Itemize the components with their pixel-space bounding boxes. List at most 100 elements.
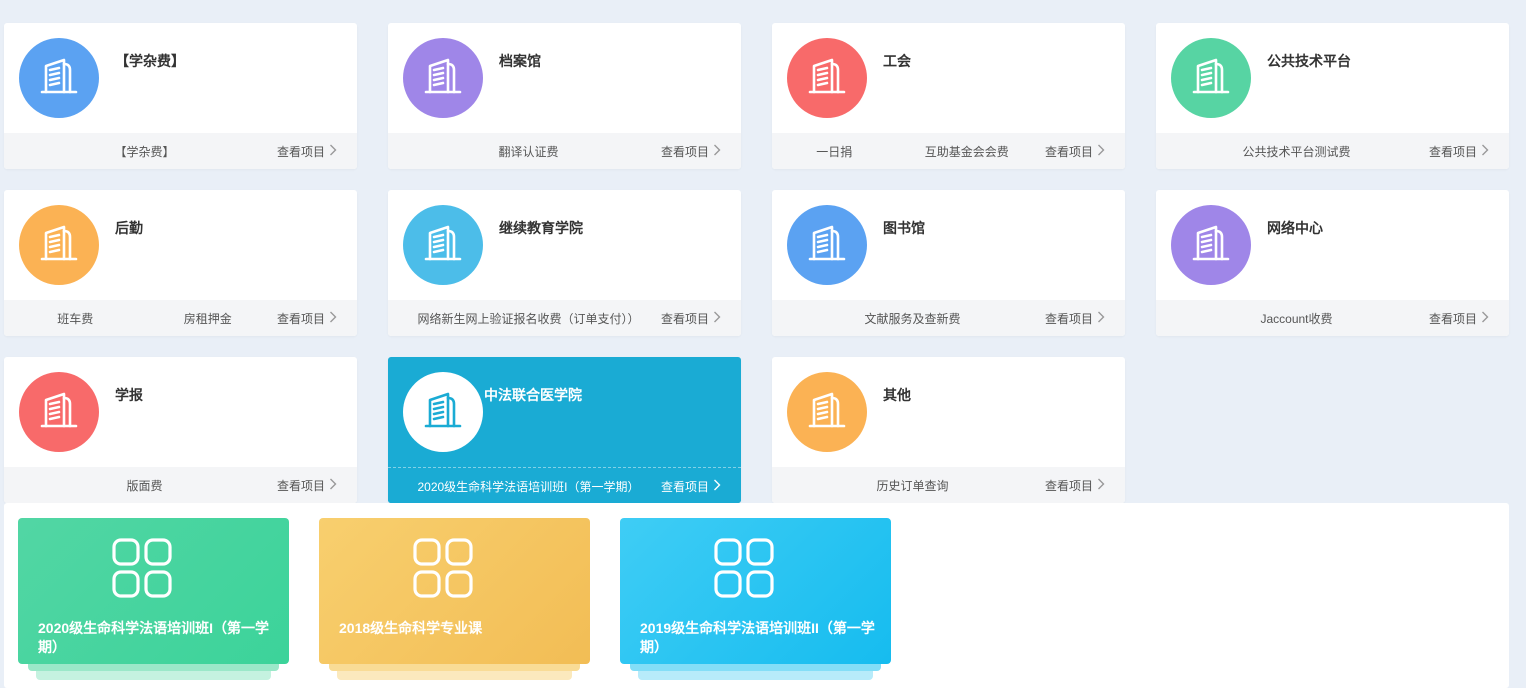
department-logo: [19, 372, 99, 452]
department-title: 其他: [883, 387, 911, 403]
department-card[interactable]: 继续教育学院 网络新生网上验证报名收费（订单支付）） 查看项目: [388, 190, 741, 336]
view-projects-label: 查看项目: [661, 144, 710, 159]
view-projects-link[interactable]: 查看项目: [1429, 143, 1509, 160]
tile-label: 2020级生命科学法语培训班I（第一学期）: [38, 620, 270, 655]
card-header: 中法联合医学院: [388, 357, 741, 467]
card-header: 其他: [772, 357, 1125, 467]
view-projects-link[interactable]: 查看项目: [1045, 143, 1125, 160]
project-item[interactable]: 2020级生命科学法语培训班I（第一学期）: [417, 478, 639, 495]
project-list: 班车费 房租押金: [4, 310, 277, 327]
project-list: 2020级生命科学法语培训班I（第一学期）: [388, 478, 661, 495]
project-list: 公共技术平台测试费: [1156, 143, 1429, 160]
project-item[interactable]: 网络新生网上验证报名收费（订单支付））: [417, 310, 639, 327]
project-list: 历史订单查询: [772, 477, 1045, 494]
view-projects-label: 查看项目: [661, 479, 710, 494]
department-title: 公共技术平台: [1267, 53, 1351, 69]
chevron-right-icon: [713, 144, 721, 159]
department-logo: [403, 372, 483, 452]
project-list: 版面费: [4, 477, 277, 494]
view-projects-link[interactable]: 查看项目: [1045, 477, 1125, 494]
project-item[interactable]: 一日捐: [816, 143, 852, 160]
grid-icon: [713, 537, 775, 604]
view-projects-link[interactable]: 查看项目: [277, 143, 357, 160]
card-footer: 版面费 查看项目: [4, 467, 357, 503]
project-item[interactable]: 历史订单查询: [876, 477, 948, 494]
building-icon: [38, 55, 80, 102]
card-footer: 班车费 房租押金 查看项目: [4, 300, 357, 336]
chevron-right-icon: [1481, 311, 1489, 326]
view-projects-link[interactable]: 查看项目: [277, 310, 357, 327]
department-title: 【学杂费】: [115, 53, 185, 69]
chevron-right-icon: [329, 144, 337, 159]
card-footer: 翻译认证费 查看项目: [388, 133, 741, 169]
building-icon: [38, 389, 80, 436]
building-icon: [422, 389, 464, 436]
project-item[interactable]: 【学杂费】: [114, 143, 174, 160]
card-header: 图书馆: [772, 190, 1125, 300]
project-item[interactable]: 房租押金: [184, 310, 232, 327]
card-header: 学报: [4, 357, 357, 467]
department-card[interactable]: 图书馆文献服务及查新费 查看项目: [772, 190, 1125, 336]
department-logo: [787, 205, 867, 285]
department-title: 后勤: [115, 220, 143, 236]
department-card[interactable]: 其他历史订单查询 查看项目: [772, 357, 1125, 503]
card-footer: 2020级生命科学法语培训班I（第一学期） 查看项目: [388, 467, 741, 503]
tile-face: 2019级生命科学法语培训班II（第一学期）: [620, 518, 891, 664]
building-icon: [1190, 55, 1232, 102]
grid-icon: [111, 537, 173, 604]
project-item[interactable]: 翻译认证费: [498, 143, 558, 160]
department-card[interactable]: 学报版面费 查看项目: [4, 357, 357, 503]
department-card[interactable]: 中法联合医学院 2020级生命科学法语培训班I（第一学期） 查看项目: [388, 357, 741, 503]
building-icon: [422, 222, 464, 269]
view-projects-label: 查看项目: [1429, 311, 1478, 326]
view-projects-label: 查看项目: [661, 311, 710, 326]
building-icon: [38, 222, 80, 269]
department-logo: [19, 38, 99, 118]
department-card[interactable]: 【学杂费】 【学杂费】 查看项目: [4, 23, 357, 169]
department-logo: [787, 38, 867, 118]
view-projects-label: 查看项目: [1045, 311, 1094, 326]
view-projects-link[interactable]: 查看项目: [1045, 310, 1125, 327]
department-title: 网络中心: [1267, 220, 1323, 236]
card-header: 公共技术平台: [1156, 23, 1509, 133]
project-item[interactable]: Jaccount收费: [1260, 310, 1332, 327]
view-projects-link[interactable]: 查看项目: [661, 310, 741, 327]
card-footer: 文献服务及查新费 查看项目: [772, 300, 1125, 336]
project-item[interactable]: 公共技术平台测试费: [1242, 143, 1350, 160]
project-item[interactable]: 文献服务及查新费: [864, 310, 960, 327]
view-projects-link[interactable]: 查看项目: [661, 478, 741, 495]
card-footer: 【学杂费】 查看项目: [4, 133, 357, 169]
grid-icon: [412, 537, 474, 604]
building-icon: [1190, 222, 1232, 269]
project-tile[interactable]: 2019级生命科学法语培训班II（第一学期）: [620, 518, 891, 680]
card-header: 工会: [772, 23, 1125, 133]
tile-face: 2018级生命科学专业课: [319, 518, 590, 664]
department-logo: [403, 38, 483, 118]
department-card[interactable]: 网络中心 Jaccount收费 查看项目: [1156, 190, 1509, 336]
department-card[interactable]: 后勤班车费 房租押金 查看项目: [4, 190, 357, 336]
project-list: 文献服务及查新费: [772, 310, 1045, 327]
chevron-right-icon: [1097, 311, 1105, 326]
department-card[interactable]: 工会一日捐 互助基金会会费 查看项目: [772, 23, 1125, 169]
view-projects-link[interactable]: 查看项目: [661, 143, 741, 160]
project-item[interactable]: 互助基金会会费: [925, 143, 1009, 160]
project-item[interactable]: 班车费: [57, 310, 93, 327]
department-card[interactable]: 公共技术平台公共技术平台测试费 查看项目: [1156, 23, 1509, 169]
building-icon: [806, 55, 848, 102]
building-icon: [422, 55, 464, 102]
project-item[interactable]: 版面费: [126, 477, 162, 494]
card-header: 后勤: [4, 190, 357, 300]
project-tile[interactable]: 2020级生命科学法语培训班I（第一学期）: [18, 518, 289, 680]
view-projects-link[interactable]: 查看项目: [277, 477, 357, 494]
card-header: 网络中心: [1156, 190, 1509, 300]
chevron-right-icon: [1097, 144, 1105, 159]
view-projects-link[interactable]: 查看项目: [1429, 310, 1509, 327]
department-title: 工会: [883, 53, 911, 69]
department-card[interactable]: 档案馆 翻译认证费 查看项目: [388, 23, 741, 169]
project-panel: 2020级生命科学法语培训班I（第一学期） 2018级生命科学专业课 2019级生命…: [4, 503, 1509, 688]
card-header: 【学杂费】: [4, 23, 357, 133]
project-tile[interactable]: 2018级生命科学专业课: [319, 518, 590, 680]
department-title: 图书馆: [883, 220, 925, 236]
building-icon: [806, 389, 848, 436]
view-projects-label: 查看项目: [1429, 144, 1478, 159]
